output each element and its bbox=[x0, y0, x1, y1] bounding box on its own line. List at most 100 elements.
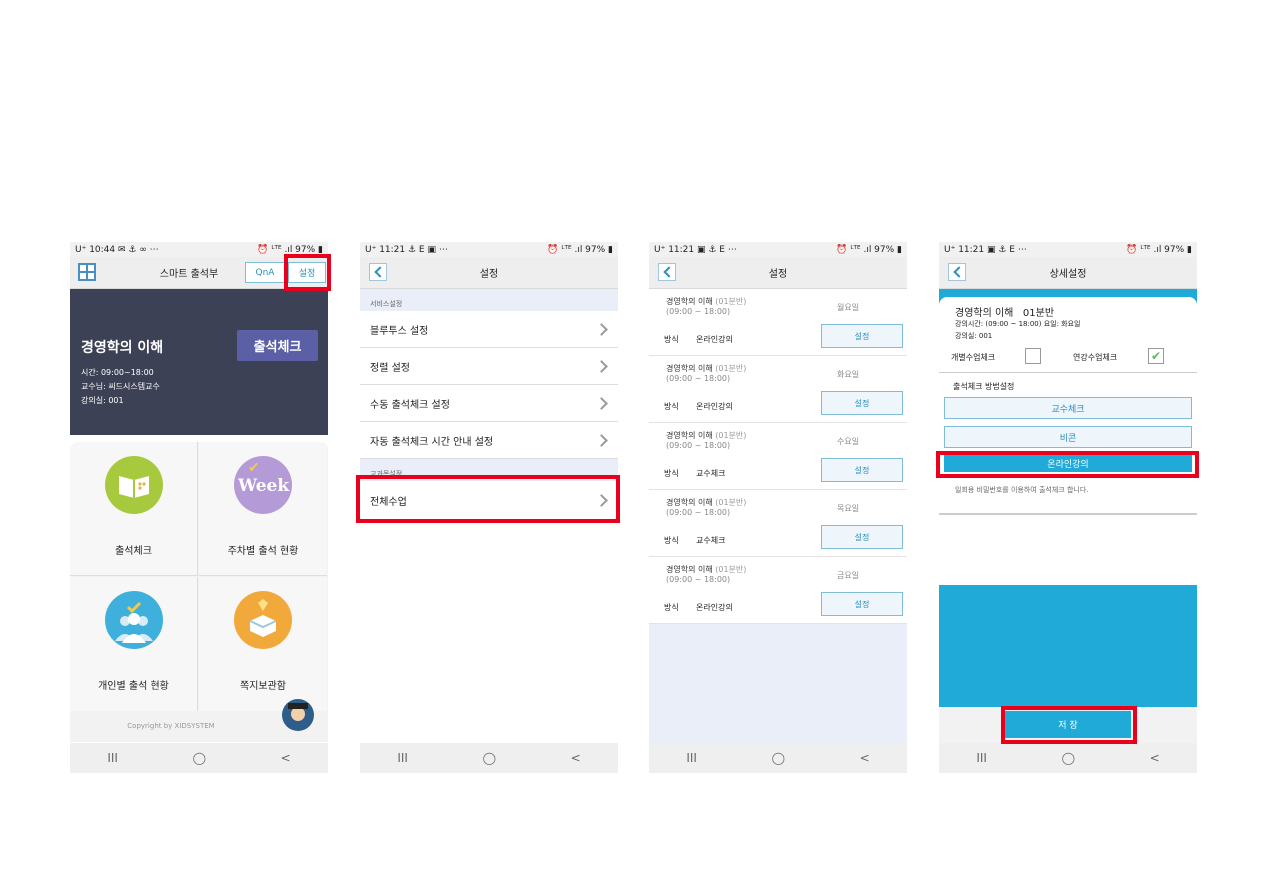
method-label: 방식 bbox=[664, 603, 679, 612]
individual-check-checkbox[interactable] bbox=[1025, 348, 1041, 364]
method-value: 온라인강의 bbox=[696, 335, 733, 344]
method-professor-button[interactable]: 교수체크 bbox=[944, 397, 1192, 419]
chevron-left-icon bbox=[952, 266, 965, 278]
system-nav-bar: III ◯ < bbox=[360, 743, 618, 773]
lecture-day: 화요일 bbox=[837, 370, 860, 379]
home-button[interactable]: ◯ bbox=[483, 751, 496, 765]
box-icon bbox=[234, 591, 292, 649]
course-room: 강의실: 001 bbox=[81, 396, 124, 405]
system-nav-bar: III ◯ < bbox=[649, 743, 907, 773]
menu-grid-icon[interactable] bbox=[78, 263, 96, 281]
method-value: 온라인강의 bbox=[696, 402, 733, 411]
recent-apps-button[interactable]: III bbox=[397, 751, 408, 765]
tile-attendance-check[interactable]: 출석체크 bbox=[70, 442, 198, 576]
status-right: ⏰ ᴸᵀᴱ .ıl 97% ▮ bbox=[836, 244, 902, 255]
chevron-left-icon bbox=[373, 266, 386, 278]
tile-label: 개인별 출석 현황 bbox=[98, 681, 169, 692]
status-right: ⏰ ᴸᵀᴱ .ıl 97% ▮ bbox=[257, 244, 323, 255]
method-beacon-button[interactable]: 비콘 bbox=[944, 426, 1192, 448]
lecture-setting-button[interactable]: 설정 bbox=[821, 391, 903, 415]
week-icon: Week ✔ bbox=[234, 456, 292, 514]
lecture-time: (09:00 ~ 18:00) bbox=[666, 374, 731, 383]
check-mark-icon: ✔ bbox=[1150, 349, 1162, 363]
status-left: U⁺ 10:44 ✉ ⚓ ∞ ⋯ bbox=[75, 244, 159, 255]
status-right: ⏰ ᴸᵀᴱ .ıl 97% ▮ bbox=[1126, 244, 1192, 255]
lecture-setting-button[interactable]: 설정 bbox=[821, 525, 903, 549]
avatar bbox=[282, 699, 314, 731]
screen-main: U⁺ 10:44 ✉ ⚓ ∞ ⋯ ⏰ ᴸᵀᴱ .ıl 97% ▮ 스마트 출석부… bbox=[70, 242, 328, 773]
item-label: 정렬 설정 bbox=[370, 362, 410, 374]
back-button[interactable]: < bbox=[860, 751, 870, 765]
individual-check-label: 개별수업체크 bbox=[951, 353, 996, 362]
page-title: 설정 bbox=[479, 269, 499, 280]
settings-item-sort[interactable]: 정렬 설정 bbox=[360, 348, 618, 385]
screen-class-list: U⁺ 11:21 ▣ ⚓ E ⋯ ⏰ ᴸᵀᴱ .ıl 97% ▮ 설정 경영학의… bbox=[649, 242, 907, 773]
lecture-day: 월요일 bbox=[837, 303, 860, 312]
lecture-setting-button[interactable]: 설정 bbox=[821, 592, 903, 616]
lecture-time: (09:00 ~ 18:00) bbox=[666, 575, 731, 584]
chevron-right-icon bbox=[595, 359, 608, 373]
method-value: 교수체크 bbox=[696, 469, 726, 478]
highlight-settings bbox=[284, 254, 331, 291]
lecture-list: 경영학의 이해 (01분반) (09:00 ~ 18:00) 월요일 방식 온라… bbox=[649, 289, 907, 624]
tile-weekly-status[interactable]: Week ✔ 주차별 출석 현황 bbox=[199, 442, 327, 576]
settings-item-auto[interactable]: 자동 출석체크 시간 안내 설정 bbox=[360, 422, 618, 459]
back-button[interactable]: < bbox=[281, 751, 291, 765]
settings-item-manual[interactable]: 수동 출석체크 설정 bbox=[360, 385, 618, 422]
lecture-setting-button[interactable]: 설정 bbox=[821, 324, 903, 348]
home-button[interactable]: ◯ bbox=[772, 751, 785, 765]
lecture-day: 수요일 bbox=[837, 437, 860, 446]
screen-detail-settings: U⁺ 11:21 ▣ ⚓ E ⋯ ⏰ ᴸᵀᴱ .ıl 97% ▮ 상세설정 경영… bbox=[939, 242, 1197, 773]
linked-check-label: 연강수업체크 bbox=[1073, 353, 1118, 362]
qna-button[interactable]: QnA bbox=[245, 262, 285, 283]
chevron-right-icon bbox=[595, 322, 608, 336]
lecture-time: (09:00 ~ 18:00) bbox=[666, 508, 731, 517]
back-arrow-button[interactable] bbox=[948, 263, 966, 281]
lecture-section: (01분반) bbox=[715, 364, 747, 373]
lecture-name: 경영학의 이해 bbox=[666, 431, 713, 440]
check-mark-icon: ✔ bbox=[248, 460, 260, 476]
attendance-check-button[interactable]: 출석체크 bbox=[237, 330, 318, 361]
back-arrow-button[interactable] bbox=[658, 263, 676, 281]
app-title: 스마트 출석부 bbox=[159, 269, 219, 280]
tile-individual-status[interactable]: 개인별 출석 현황 bbox=[70, 577, 198, 711]
back-button[interactable]: < bbox=[571, 751, 581, 765]
item-label: 자동 출석체크 시간 안내 설정 bbox=[370, 436, 494, 448]
back-arrow-button[interactable] bbox=[369, 263, 387, 281]
lecture-row: 경영학의 이해 (01분반) (09:00 ~ 18:00) 목요일 방식 교수… bbox=[649, 490, 907, 557]
people-icon bbox=[105, 591, 163, 649]
tile-label: 쪽지보관함 bbox=[240, 681, 286, 692]
chevron-right-icon bbox=[595, 396, 608, 410]
status-left: U⁺ 11:21 ▣ ⚓ E ⋯ bbox=[654, 244, 737, 255]
item-label: 수동 출석체크 설정 bbox=[370, 399, 450, 411]
recent-apps-button[interactable]: III bbox=[976, 751, 987, 765]
tile-message-box[interactable]: 쪽지보관함 bbox=[199, 577, 327, 711]
book-icon bbox=[105, 456, 163, 514]
lecture-row: 경영학의 이해 (01분반) (09:00 ~ 18:00) 수요일 방식 교수… bbox=[649, 423, 907, 490]
home-button[interactable]: ◯ bbox=[193, 751, 206, 765]
lecture-section: (01분반) bbox=[715, 498, 747, 507]
highlight-online-method bbox=[936, 451, 1199, 478]
lecture-name: 경영학의 이해 bbox=[666, 565, 713, 574]
lecture-section: (01분반) bbox=[715, 565, 747, 574]
recent-apps-button[interactable]: III bbox=[107, 751, 118, 765]
top-bar: 설정 bbox=[649, 257, 907, 289]
settings-item-bluetooth[interactable]: 블루투스 설정 bbox=[360, 311, 618, 348]
status-left: U⁺ 11:21 ⚓ E ▣ ⋯ bbox=[365, 244, 448, 255]
status-bar: U⁺ 11:21 ▣ ⚓ E ⋯ ⏰ ᴸᵀᴱ .ıl 97% ▮ bbox=[649, 242, 907, 257]
detail-card: 경영학의 이해 01분반 강의시간: (09:00 ~ 18:00) 요일: 화… bbox=[939, 297, 1197, 585]
lecture-setting-button[interactable]: 설정 bbox=[821, 458, 903, 482]
back-button[interactable]: < bbox=[1150, 751, 1160, 765]
lecture-day: 금요일 bbox=[837, 571, 860, 580]
page-title: 상세설정 bbox=[1049, 269, 1087, 280]
lecture-row: 경영학의 이해 (01분반) (09:00 ~ 18:00) 화요일 방식 온라… bbox=[649, 356, 907, 423]
linked-check-checkbox[interactable]: ✔ bbox=[1148, 348, 1164, 364]
highlight-save bbox=[1001, 706, 1137, 744]
course-professor: 교수님: 씨드시스템교수 bbox=[81, 382, 160, 391]
recent-apps-button[interactable]: III bbox=[686, 751, 697, 765]
course-title: 경영학의 이해 bbox=[81, 340, 164, 356]
lecture-section: (01분반) bbox=[715, 431, 747, 440]
lecture-row: 경영학의 이해 (01분반) (09:00 ~ 18:00) 금요일 방식 온라… bbox=[649, 557, 907, 624]
method-value: 교수체크 bbox=[696, 536, 726, 545]
home-button[interactable]: ◯ bbox=[1062, 751, 1075, 765]
